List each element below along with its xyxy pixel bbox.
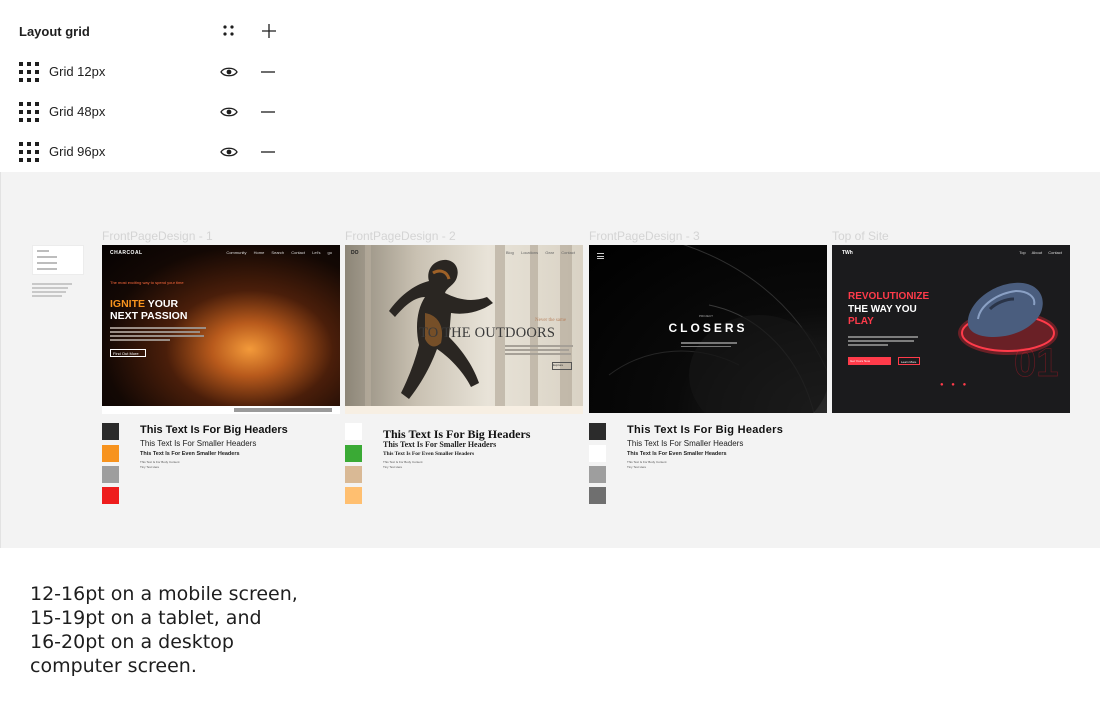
frame-label[interactable]: FrontPageDesign - 3 — [589, 229, 700, 243]
nav-links: Top About Contact — [1019, 250, 1062, 255]
eye-icon[interactable] — [220, 144, 238, 160]
headline-line3: PLAY — [848, 316, 874, 327]
color-swatch — [345, 466, 362, 483]
grid-row-label: Grid 96px — [49, 144, 106, 159]
kicker-text: PROJECT — [699, 314, 714, 318]
note-line: 15-19pt on a tablet, and — [30, 607, 262, 629]
kicker-text: Never the same — [535, 318, 567, 323]
color-swatch — [102, 487, 119, 504]
color-swatch — [589, 466, 606, 483]
eye-icon[interactable] — [220, 64, 238, 80]
body-text-placeholder — [505, 345, 575, 357]
specimen-caption: Tiny Text Here — [627, 465, 647, 469]
grid-row-96px[interactable]: Grid 96px — [0, 136, 298, 168]
headline-line2: NEXT PASSION — [110, 310, 188, 322]
specimen-caption: Tiny Text Here — [140, 465, 160, 469]
plus-icon[interactable] — [260, 22, 278, 40]
frame-front-page-design-2[interactable]: DO Blog Locations Gear Contact Never the… — [345, 245, 583, 413]
specimen-smaller-header: This Text Is For Smaller Headers — [383, 440, 497, 449]
body-text-placeholder — [848, 336, 918, 348]
cta-secondary-button: Learn More — [898, 357, 920, 365]
mini-layout-panel-thumbnail — [32, 245, 84, 275]
nav-links: Community Home Search Contact Let's go — [226, 250, 332, 255]
note-line: computer screen. — [30, 655, 197, 677]
color-swatch — [589, 487, 606, 504]
grid-row-12px[interactable]: Grid 12px — [0, 56, 298, 88]
cta-button: Find Out More — [110, 349, 146, 357]
style-grid-icon[interactable] — [220, 22, 238, 40]
grid-icon — [19, 102, 39, 122]
color-swatch — [345, 423, 362, 440]
specimen-caption: Tiny Text Here — [383, 465, 403, 469]
hero-headline: IGNITE YOUR NEXT PASSION — [110, 298, 187, 322]
frame-2-footer-strip — [345, 406, 583, 414]
frame-front-page-design-1[interactable]: CHARCOAL Community Home Search Contact L… — [102, 245, 340, 413]
body-text-placeholder — [681, 342, 737, 349]
hero-headline: TO THE OUTDOORS — [419, 325, 556, 341]
headline-line2: THE WAY YOU — [848, 303, 917, 315]
nav-links: Blog Locations Gear Contact — [505, 250, 575, 255]
layout-grid-title: Layout grid — [19, 24, 90, 39]
specimen-body: This Text Is For Body Content — [383, 460, 423, 464]
specimen-big-header: This Text Is For Big Headers — [140, 424, 288, 436]
specimen-body: This Text Is For Body Content — [627, 460, 667, 464]
gaming-mouse-image — [958, 282, 1058, 355]
specimen-even-smaller-header: This Text Is For Even Smaller Headers — [140, 451, 240, 457]
color-swatch — [589, 423, 606, 440]
hamburger-menu-icon — [597, 253, 604, 261]
grid-row-label: Grid 12px — [49, 64, 106, 79]
specimen-smaller-header: This Text Is For Smaller Headers — [140, 439, 257, 448]
specimen-even-smaller-header: This Text Is For Even Smaller Headers — [383, 451, 475, 457]
color-swatch — [102, 466, 119, 483]
frame-label[interactable]: FrontPageDesign - 2 — [345, 229, 456, 243]
minus-icon[interactable] — [260, 64, 276, 80]
frame-label[interactable]: Top of Site — [832, 229, 889, 243]
hero-headline: CLOSERS — [668, 321, 748, 335]
grid-row-48px[interactable]: Grid 48px — [0, 96, 298, 128]
minus-icon[interactable] — [260, 144, 276, 160]
cta-button: Explore — [552, 362, 572, 370]
color-swatch — [102, 423, 119, 440]
headline-accent: IGNITE — [110, 298, 146, 310]
kicker-text: The most exciting way to spend your time — [110, 280, 184, 285]
specimen-even-smaller-header: This Text Is For Even Smaller Headers — [627, 451, 727, 457]
specimen-body: This Text Is For Body Content — [140, 460, 180, 464]
grid-icon — [19, 62, 39, 82]
headline-rest: YOUR — [145, 298, 179, 310]
layout-grid-panel: Layout grid Grid 12px Grid 48px Grid 96p… — [0, 0, 298, 180]
cta-primary-button: Get Yours Now — [848, 357, 891, 365]
brand-logo: TWh — [842, 250, 853, 256]
mini-note-thumbnail — [32, 283, 88, 299]
frame-1-footer-strip — [102, 406, 340, 414]
font-size-guideline-note: 12-16pt on a mobile screen, 15-19pt on a… — [30, 582, 330, 678]
color-swatch — [345, 487, 362, 504]
hero-headline: REVOLUTIONIZE THE WAY YOU PLAY — [848, 291, 929, 329]
grid-row-label: Grid 48px — [49, 104, 106, 119]
brand-logo: DO — [351, 250, 359, 256]
grid-icon — [19, 142, 39, 162]
color-swatch — [345, 445, 362, 462]
color-swatch — [102, 445, 119, 462]
frame-front-page-design-3[interactable]: PROJECT CLOSERS — [589, 245, 827, 413]
specimen-big-header: This Text Is For Big Headers — [627, 424, 784, 436]
frame-label[interactable]: FrontPageDesign - 1 — [102, 229, 213, 243]
carousel-dots: ● ● ● — [940, 382, 970, 388]
specimen-smaller-header: This Text Is For Smaller Headers — [627, 439, 744, 448]
eye-icon[interactable] — [220, 104, 238, 120]
minus-icon[interactable] — [260, 104, 276, 120]
note-line: 16-20pt on a desktop — [30, 631, 234, 653]
body-text-placeholder — [110, 327, 210, 343]
headline-line1: REVOLUTIONIZE — [848, 291, 930, 302]
brand-logo: CHARCOAL — [110, 250, 143, 256]
note-line: 12-16pt on a mobile screen, — [30, 583, 298, 605]
frame-top-of-site[interactable]: TWh Top About Contact REVOLUTIONIZE THE … — [832, 245, 1070, 413]
color-swatch — [589, 445, 606, 462]
